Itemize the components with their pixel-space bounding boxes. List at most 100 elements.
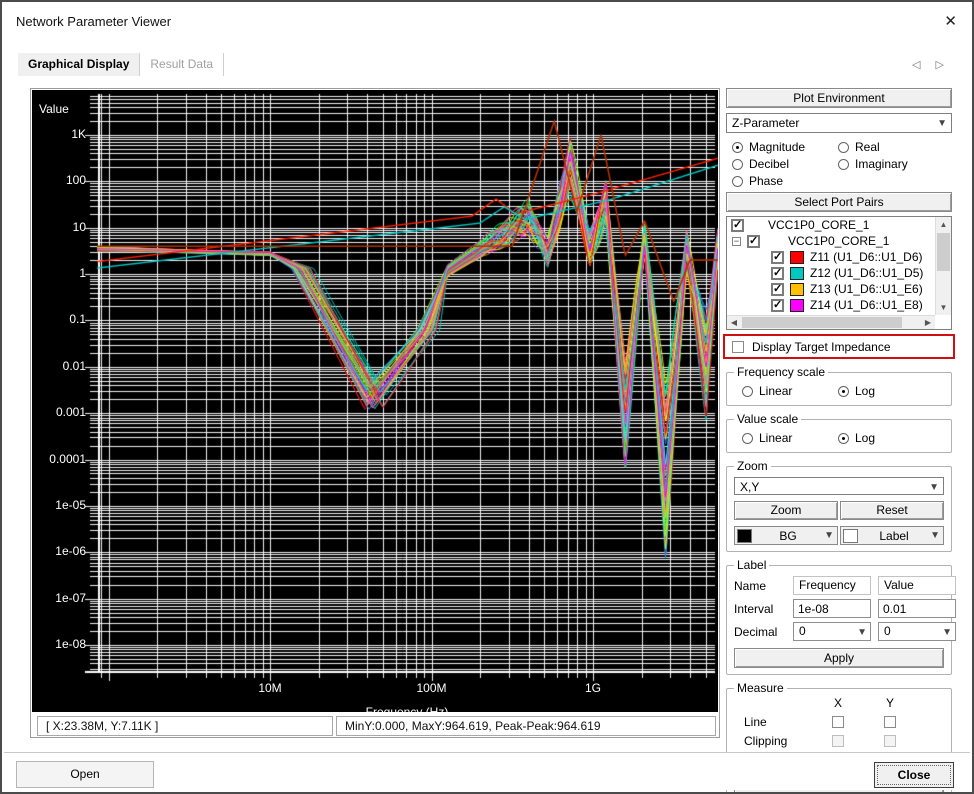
group-title: Measure <box>734 681 787 695</box>
y-tick-label: 1K <box>32 127 86 141</box>
control-panel: Plot Environment Z-Parameter ▼ Magnitude… <box>726 88 952 794</box>
y-tick-label: 1e-08 <box>32 637 86 651</box>
frequency-interval-input[interactable] <box>793 599 871 618</box>
label-color-swatch <box>843 529 858 543</box>
parameter-type-select[interactable]: Z-Parameter ▼ <box>726 113 952 133</box>
y-tick-label: 0.001 <box>32 405 86 419</box>
radio-icon <box>838 142 849 153</box>
radio-label: Magnitude <box>749 140 805 154</box>
radio-icon <box>742 433 753 444</box>
trace-color-swatch <box>790 267 804 280</box>
tab-strip: Graphical Display Result Data <box>18 53 224 76</box>
parameter-type-value: Z-Parameter <box>732 116 799 130</box>
display-target-impedance-checkbox[interactable]: ✓ <box>732 341 744 353</box>
tree-item-label: VCC1P0_CORE_1 <box>768 218 869 232</box>
radio-magnitude[interactable]: Magnitude <box>732 140 838 154</box>
y-tick-label: 1e-05 <box>32 498 86 512</box>
cursor-position-readout: [ X:23.38M, Y:7.11K ] <box>37 716 333 736</box>
measure-row-label: Clipping <box>734 734 812 748</box>
chevron-down-icon: ▼ <box>930 530 940 541</box>
checkbox[interactable]: ✓ <box>771 267 784 280</box>
clipping-y-checkbox[interactable]: ✓ <box>884 735 896 747</box>
zoom-mode-select[interactable]: X,Y ▼ <box>734 477 944 495</box>
value-interval-input[interactable] <box>878 599 956 618</box>
plot-canvas[interactable] <box>32 90 718 712</box>
background-color-select[interactable]: BG ▼ <box>734 526 838 545</box>
tree-item-label: Z11 (U1_D6::U1_D6) <box>810 250 923 264</box>
tab-scroll-right-icon[interactable]: ▷ <box>936 59 944 71</box>
group-title: Value scale <box>734 412 801 426</box>
frequency-scale-linear-radio[interactable]: Linear <box>742 384 838 398</box>
value-decimal-value: 0 <box>884 624 891 638</box>
clipping-x-checkbox[interactable]: ✓ <box>832 735 844 747</box>
tree-horizontal-scrollbar[interactable]: ◀ ▶ <box>727 315 935 329</box>
trace-color-swatch <box>790 299 804 312</box>
chevron-down-icon: ▼ <box>942 624 952 641</box>
display-target-impedance-highlight: ✓ Display Target Impedance <box>723 334 955 359</box>
tree-item-z11[interactable]: ✓ Z11 (U1_D6::U1_D6) <box>727 249 935 265</box>
tree-item-root[interactable]: ✓ VCC1P0_CORE_1 <box>727 217 935 233</box>
value-scale-linear-radio[interactable]: Linear <box>742 431 838 445</box>
tree-item-z13[interactable]: ✓ Z13 (U1_D6::U1_E6) <box>727 281 935 297</box>
value-decimal-select[interactable]: 0 ▼ <box>878 622 956 641</box>
checkbox[interactable]: ✓ <box>771 299 784 312</box>
radio-phase[interactable]: Phase <box>732 174 838 188</box>
apply-button[interactable]: Apply <box>734 648 944 668</box>
trace-color-swatch <box>790 283 804 296</box>
tree-item-group[interactable]: − ✓ VCC1P0_CORE_1 <box>727 233 935 249</box>
x-tick-label: 10M <box>258 681 281 695</box>
measure-row-label: Line <box>734 715 812 729</box>
tree-item-label: Z14 (U1_D6::U1_E8) <box>810 298 923 312</box>
tree-item-label: Z12 (U1_D6::U1_D5) <box>810 266 923 280</box>
checkbox[interactable]: ✓ <box>771 251 784 264</box>
measure-row-clipping: Clipping ✓ ✓ <box>734 734 944 748</box>
label-group: Label Name Frequency Value Interval Deci… <box>726 565 952 675</box>
zoom-button[interactable]: Zoom <box>734 501 838 520</box>
port-pairs-tree: ✓ VCC1P0_CORE_1 − ✓ VCC1P0_CORE_1 ✓ Z11 … <box>726 216 952 330</box>
tab-scroll-left-icon[interactable]: ◁ <box>912 59 920 71</box>
close-button[interactable]: Close <box>874 762 954 788</box>
collapse-icon[interactable]: − <box>732 237 741 246</box>
scroll-left-icon[interactable]: ◀ <box>727 316 741 329</box>
group-title: Label <box>734 558 769 572</box>
radio-icon <box>732 159 743 170</box>
checkbox[interactable]: ✓ <box>731 219 744 232</box>
measure-x-header: X <box>812 696 864 710</box>
x-tick-label: 100M <box>416 681 446 695</box>
zoom-reset-button[interactable]: Reset <box>840 501 944 520</box>
y-tick-label: 10 <box>32 220 86 234</box>
line-y-checkbox[interactable]: ✓ <box>884 716 896 728</box>
radio-decibel[interactable]: Decibel <box>732 157 838 171</box>
radio-icon <box>838 386 849 397</box>
format-options: Magnitude Real Decibel Imaginary Phase <box>732 140 952 188</box>
frequency-scale-log-radio[interactable]: Log <box>838 384 875 398</box>
frequency-decimal-select[interactable]: 0 ▼ <box>793 622 871 641</box>
tree-vertical-scrollbar[interactable]: ▲ ▼ <box>935 217 951 315</box>
radio-icon <box>732 142 743 153</box>
scroll-down-icon[interactable]: ▼ <box>936 300 951 315</box>
tab-graphical-display[interactable]: Graphical Display <box>18 53 140 76</box>
bg-color-label: BG <box>752 529 824 543</box>
scroll-up-icon[interactable]: ▲ <box>936 217 951 232</box>
y-tick-label: 0.0001 <box>32 452 86 466</box>
tree-item-z12[interactable]: ✓ Z12 (U1_D6::U1_D5) <box>727 265 935 281</box>
tab-result-data[interactable]: Result Data <box>140 53 224 76</box>
plot-environment-button[interactable]: Plot Environment <box>726 88 952 108</box>
radio-imaginary[interactable]: Imaginary <box>838 157 952 171</box>
label-color-select[interactable]: Label ▼ <box>840 526 944 545</box>
line-x-checkbox[interactable]: ✓ <box>832 716 844 728</box>
open-button[interactable]: Open <box>16 761 154 788</box>
radio-icon <box>732 176 743 187</box>
checkbox[interactable]: ✓ <box>747 235 760 248</box>
scrollbar-thumb[interactable] <box>742 317 902 328</box>
value-scale-log-radio[interactable]: Log <box>838 431 875 445</box>
tree-item-z14[interactable]: ✓ Z14 (U1_D6::U1_E8) <box>727 297 935 313</box>
radio-label: Log <box>855 431 875 445</box>
close-icon[interactable]: ✕ <box>944 12 957 30</box>
checkbox[interactable]: ✓ <box>771 283 784 296</box>
select-port-pairs-button[interactable]: Select Port Pairs <box>726 192 952 212</box>
scroll-right-icon[interactable]: ▶ <box>921 316 935 329</box>
radio-real[interactable]: Real <box>838 140 952 154</box>
scrollbar-thumb[interactable] <box>937 233 950 271</box>
plot-area[interactable]: Value 1K1001010.10.010.0010.00011e-051e-… <box>32 90 718 712</box>
